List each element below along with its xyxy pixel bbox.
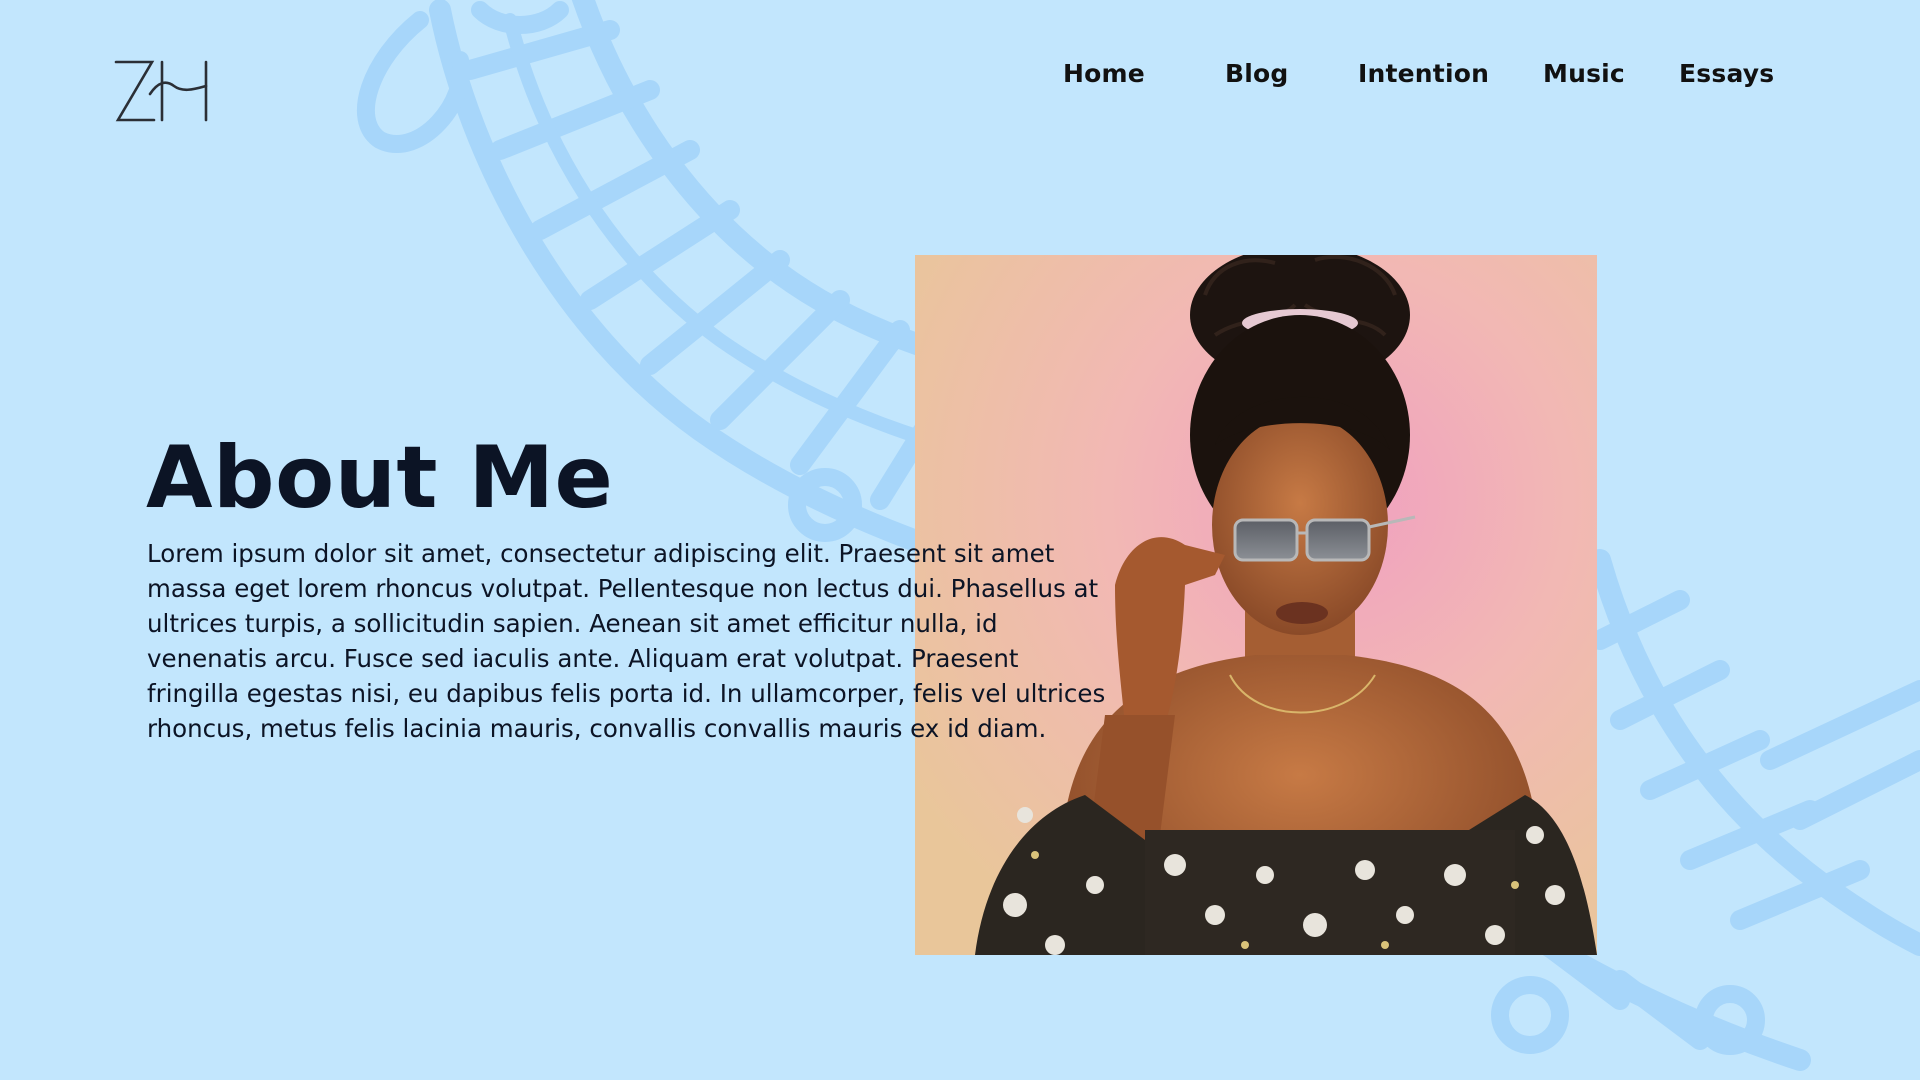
nav-essays[interactable]: Essays [1679,56,1774,92]
about-body-text: Lorem ipsum dolor sit amet, consectetur … [147,539,1106,743]
page: Home Blog Intention Music Essays About M… [0,0,1920,1080]
nav-blog[interactable]: Blog [1225,56,1289,92]
main-navigation: Home Blog Intention Music Essays [0,56,1920,92]
nav-intention[interactable]: Intention [1358,56,1489,92]
page-title: About Me [146,428,614,528]
nav-music[interactable]: Music [1543,56,1625,92]
nav-home[interactable]: Home [1063,56,1145,92]
